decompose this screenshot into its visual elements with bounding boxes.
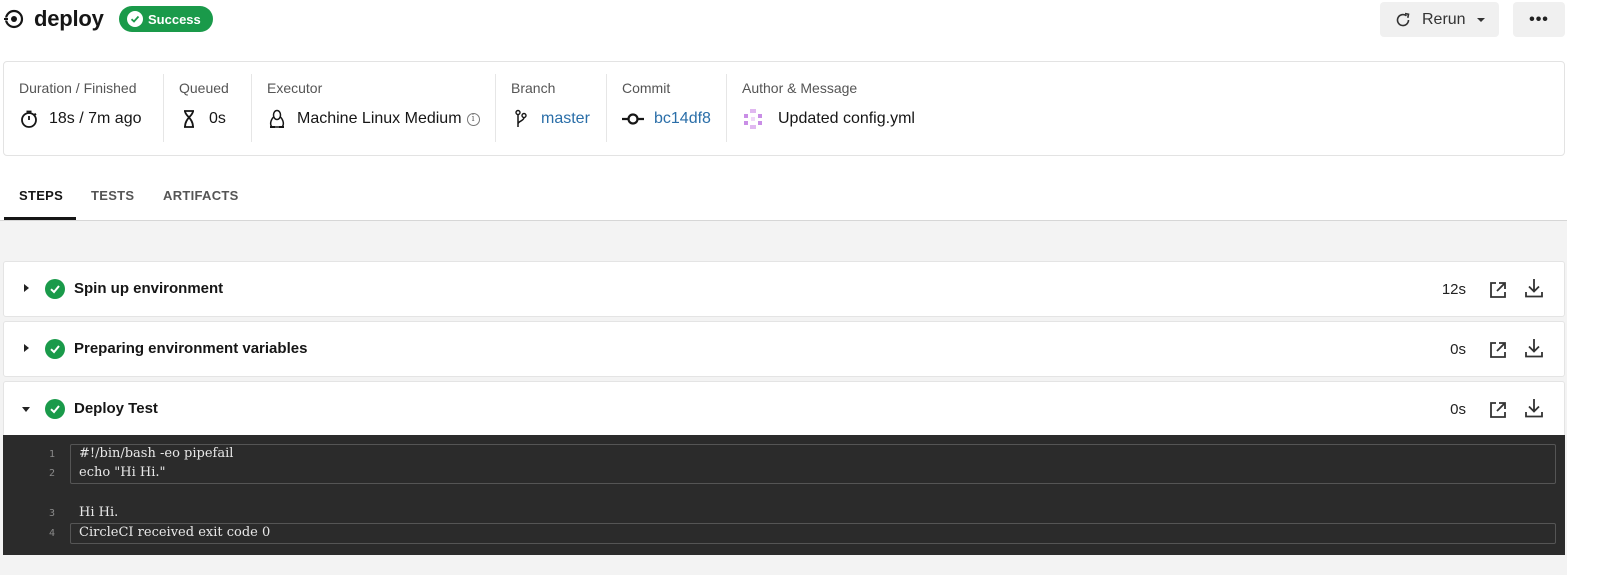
line-number-gutter bbox=[3, 435, 67, 555]
info-icon[interactable]: i bbox=[466, 112, 480, 126]
download-icon[interactable] bbox=[1523, 337, 1545, 359]
stopwatch-icon bbox=[19, 109, 39, 129]
chevron-down-icon bbox=[1476, 17, 1485, 22]
queued-value: 0s bbox=[209, 110, 226, 127]
more-options-button[interactable]: ••• bbox=[1513, 2, 1565, 37]
rerun-button[interactable]: Rerun bbox=[1380, 2, 1499, 37]
divider bbox=[495, 74, 496, 142]
terminal-line: echo "Hi Hi." bbox=[79, 465, 166, 480]
terminal-line: Hi Hi. bbox=[79, 505, 119, 520]
active-tab-indicator bbox=[4, 217, 76, 220]
caret-right-icon[interactable] bbox=[24, 284, 29, 292]
line-number: 4 bbox=[49, 528, 56, 539]
command-block bbox=[70, 444, 1556, 484]
divider bbox=[726, 74, 727, 142]
more-icon: ••• bbox=[1529, 10, 1549, 28]
caret-down-icon[interactable] bbox=[22, 407, 30, 412]
step-row[interactable]: Preparing environment variables 0s bbox=[3, 321, 1565, 377]
branch-link[interactable]: master bbox=[541, 110, 590, 128]
terminal-line: CircleCI received exit code 0 bbox=[79, 525, 271, 540]
divider bbox=[163, 74, 164, 142]
line-number: 1 bbox=[49, 449, 56, 460]
commit-link[interactable]: bc14df8 bbox=[654, 110, 711, 128]
rerun-label: Rerun bbox=[1422, 10, 1466, 28]
job-header: deploy Success Rerun ••• bbox=[0, 0, 1619, 40]
download-icon[interactable] bbox=[1523, 397, 1545, 419]
job-title: deploy bbox=[34, 6, 104, 31]
tab-steps[interactable]: STEPS bbox=[19, 188, 63, 203]
executor-value-row: Machine Linux Medium i bbox=[267, 109, 480, 129]
success-check-icon bbox=[45, 339, 65, 359]
step-duration: 0s bbox=[1450, 341, 1466, 358]
divider bbox=[251, 74, 252, 142]
avatar[interactable] bbox=[742, 109, 764, 129]
step-output-terminal[interactable]: 1 #!/bin/bash -eo pipefail 2 echo "Hi Hi… bbox=[3, 435, 1565, 555]
branch-value-row: master bbox=[511, 109, 590, 129]
executor-value: Machine Linux Medium bbox=[297, 110, 462, 127]
external-link-icon[interactable] bbox=[1488, 280, 1508, 300]
duration-value-row: 18s / 7m ago bbox=[19, 109, 142, 129]
job-info-panel: Duration / Finished 18s / 7m ago Queued … bbox=[3, 61, 1565, 156]
duration-value: 18s / 7m ago bbox=[49, 110, 142, 127]
commit-value-row: bc14df8 bbox=[622, 109, 711, 129]
tab-tests[interactable]: TESTS bbox=[91, 188, 134, 203]
commit-icon bbox=[622, 109, 644, 129]
duration-label: Duration / Finished bbox=[19, 80, 137, 96]
commit-message: Updated config.yml bbox=[778, 110, 915, 127]
tab-bar: STEPS TESTS ARTIFACTS bbox=[0, 176, 1567, 221]
status-label: Success bbox=[148, 11, 201, 27]
success-check-icon bbox=[45, 279, 65, 299]
download-icon[interactable] bbox=[1523, 277, 1545, 299]
job-icon bbox=[4, 9, 24, 29]
step-name: Preparing environment variables bbox=[74, 340, 308, 357]
commit-label: Commit bbox=[622, 80, 671, 96]
branch-icon bbox=[511, 109, 531, 129]
step-row[interactable]: Deploy Test 0s bbox=[3, 381, 1565, 437]
step-name: Spin up environment bbox=[74, 280, 224, 297]
status-badge: Success bbox=[119, 6, 213, 32]
author-label: Author & Message bbox=[742, 80, 858, 96]
refresh-icon bbox=[1396, 12, 1410, 26]
step-name: Deploy Test bbox=[74, 400, 158, 417]
executor-label: Executor bbox=[267, 80, 323, 96]
terminal-line: #!/bin/bash -eo pipefail bbox=[79, 446, 234, 461]
queued-value-row: 0s bbox=[179, 109, 226, 129]
divider bbox=[606, 74, 607, 142]
caret-right-icon[interactable] bbox=[24, 344, 29, 352]
branch-label: Branch bbox=[511, 80, 556, 96]
step-row[interactable]: Spin up environment 12s bbox=[3, 261, 1565, 317]
external-link-icon[interactable] bbox=[1488, 340, 1508, 360]
hourglass-icon bbox=[179, 109, 199, 129]
line-number: 3 bbox=[49, 508, 56, 519]
tab-artifacts[interactable]: ARTIFACTS bbox=[163, 188, 239, 203]
step-duration: 0s bbox=[1450, 401, 1466, 418]
success-check-icon bbox=[45, 399, 65, 419]
check-icon bbox=[127, 11, 143, 27]
queued-label: Queued bbox=[179, 80, 229, 96]
line-number: 2 bbox=[49, 468, 56, 479]
external-link-icon[interactable] bbox=[1488, 400, 1508, 420]
exit-code-block bbox=[70, 523, 1556, 544]
linux-penguin-icon bbox=[267, 109, 287, 129]
step-duration: 12s bbox=[1441, 281, 1466, 298]
author-value-row: Updated config.yml bbox=[742, 109, 915, 129]
